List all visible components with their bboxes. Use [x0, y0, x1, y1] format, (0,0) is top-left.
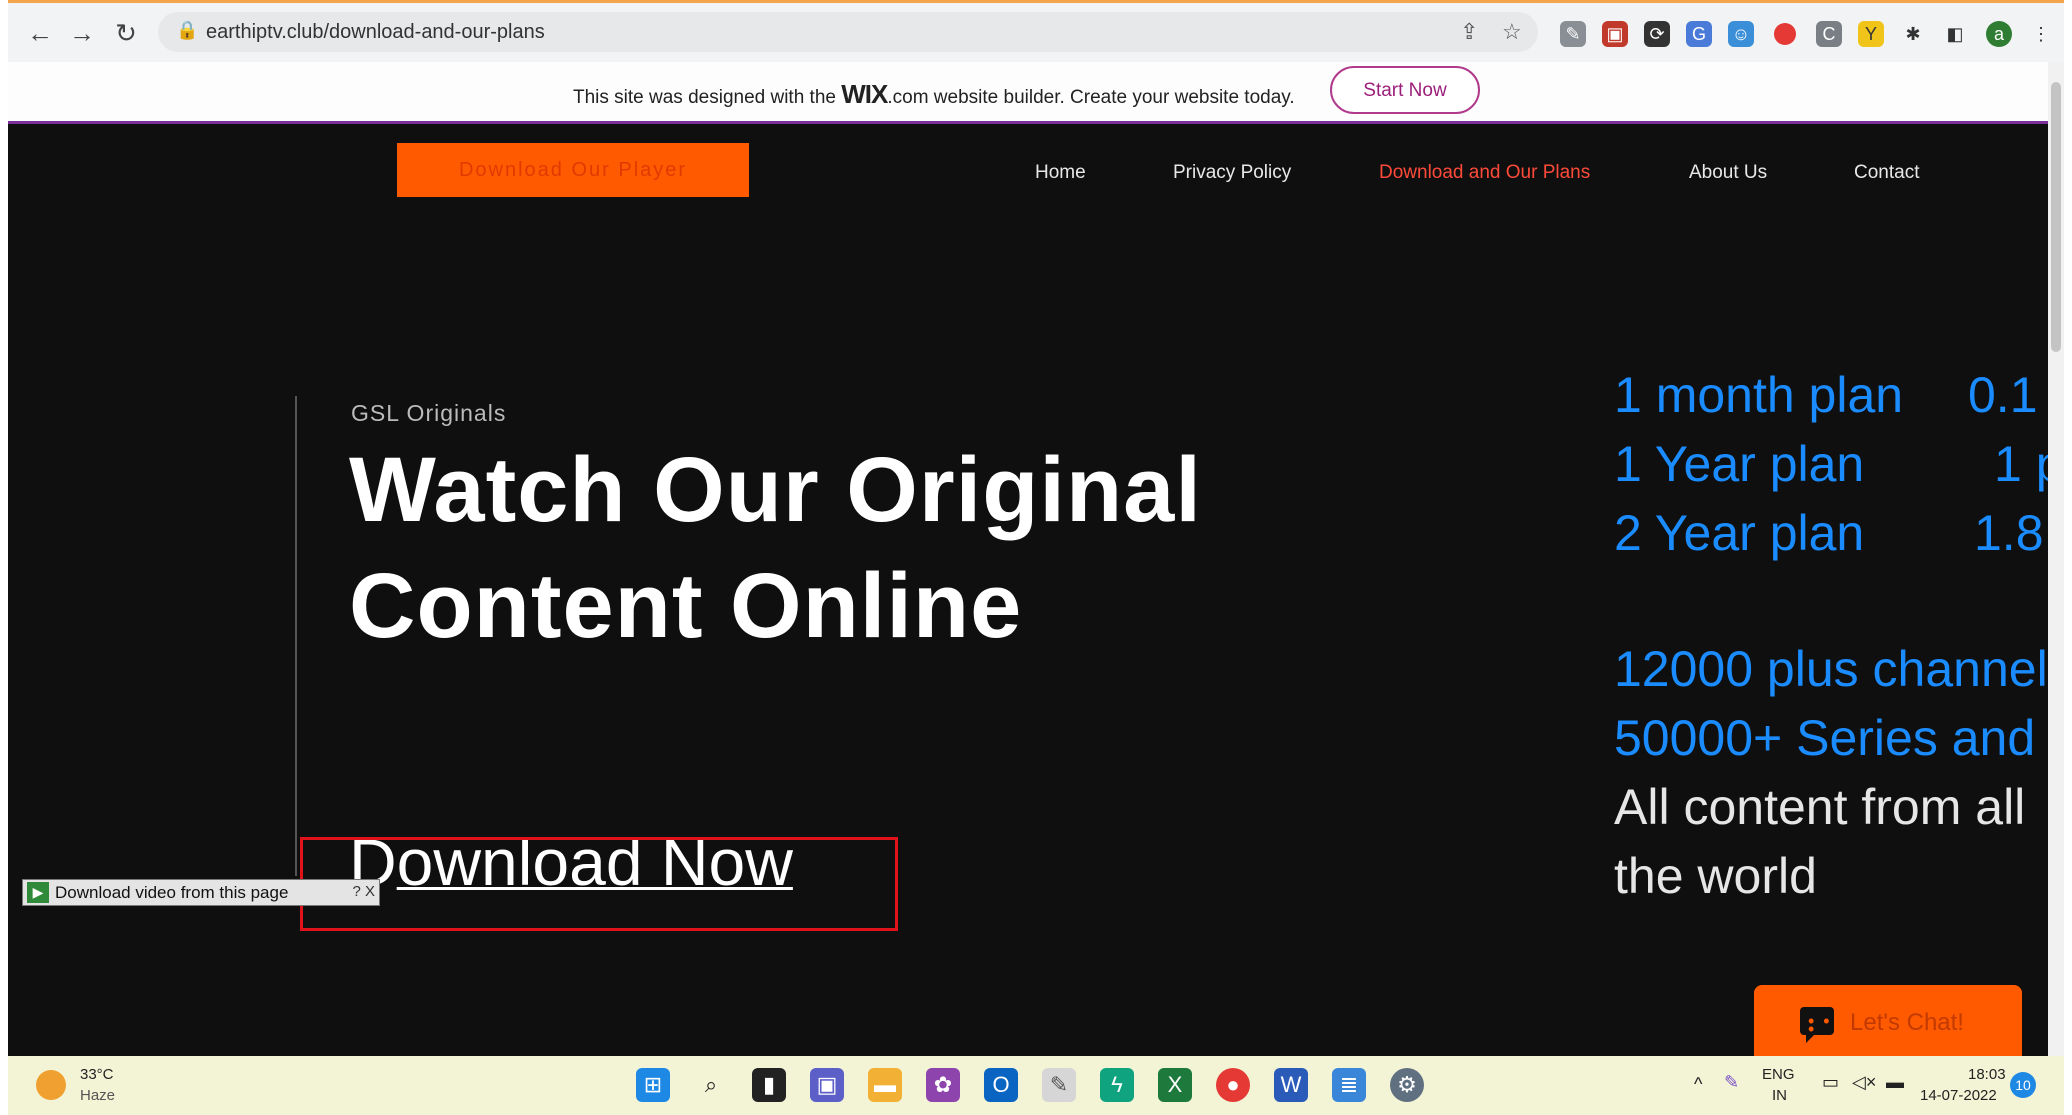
download-player-button[interactable]: Download Our Player: [397, 143, 749, 197]
nav-contact[interactable]: Contact: [1854, 162, 1919, 184]
network-icon[interactable]: ▭: [1822, 1072, 1839, 1093]
weather-desc[interactable]: Haze: [80, 1087, 115, 1104]
menu-kebab-icon[interactable]: ⋮: [2028, 21, 2054, 47]
address-bar[interactable]: 🔒 earthiptv.club/download-and-our-plans …: [158, 12, 1538, 52]
forward-icon[interactable]: →: [64, 15, 100, 51]
extension-translate-icon[interactable]: G: [1686, 21, 1712, 47]
start-now-button[interactable]: Start Now: [1330, 66, 1480, 114]
windows-start-icon[interactable]: ⊞: [636, 1068, 670, 1102]
profile-avatar[interactable]: a: [1986, 21, 2012, 47]
nav-privacy-policy[interactable]: Privacy Policy: [1173, 162, 1291, 184]
volume-muted-icon[interactable]: ◁×: [1852, 1072, 1876, 1093]
settings-gear-icon[interactable]: ⚙: [1390, 1068, 1424, 1102]
windows-taskbar: 33°C Haze ⊞ ⌕ ▮ ▣ ▬ ✿ O ✎ ϟ X ● W ≣ ⚙ ^ …: [8, 1056, 2064, 1115]
task-view-icon[interactable]: ▮: [752, 1068, 786, 1102]
clock-time[interactable]: 18:03: [1968, 1066, 2006, 1083]
bookmark-star-icon[interactable]: ☆: [1502, 19, 1522, 45]
extension-sync-icon[interactable]: ⟳: [1644, 21, 1670, 47]
plan-price: 0.1 p: [1968, 367, 2048, 423]
headline-line: Watch Our Original: [349, 439, 1202, 541]
scrollbar-thumb[interactable]: [2051, 82, 2061, 352]
pen-icon[interactable]: ✎: [1724, 1072, 1739, 1093]
url-text[interactable]: earthiptv.club/download-and-our-plans: [206, 21, 545, 44]
nav-about-us[interactable]: About Us: [1689, 162, 1767, 184]
clock-date[interactable]: 14-07-2022: [1920, 1087, 1997, 1104]
share-icon[interactable]: ⇪: [1460, 19, 1478, 45]
back-icon[interactable]: ←: [22, 15, 58, 51]
extension-icon[interactable]: ☺: [1728, 21, 1754, 47]
download-video-bar[interactable]: ▶ Download video from this page ? X: [22, 879, 380, 906]
weather-temp[interactable]: 33°C: [80, 1066, 114, 1083]
app-icon[interactable]: ✎: [1042, 1068, 1076, 1102]
app-icon[interactable]: ϟ: [1100, 1068, 1134, 1102]
nav-download-and-plans[interactable]: Download and Our Plans: [1379, 162, 1590, 184]
headline-line: Content Online: [349, 555, 1023, 657]
plan-name: 2 Year plan: [1614, 505, 1865, 561]
outlook-icon[interactable]: O: [984, 1068, 1018, 1102]
chat-label: Let's Chat!: [1850, 1009, 1964, 1036]
word-icon[interactable]: W: [1274, 1068, 1308, 1102]
download-video-controls[interactable]: ? X: [352, 883, 375, 900]
section-kicker: GSL Originals: [351, 400, 507, 426]
wix-logo: WIX: [841, 79, 888, 109]
download-video-label[interactable]: Download video from this page: [55, 883, 288, 903]
side-panel-icon[interactable]: ◧: [1942, 21, 1968, 47]
plan-name: 1 month plan: [1614, 367, 1904, 423]
file-explorer-icon[interactable]: ▬: [868, 1068, 902, 1102]
search-icon[interactable]: ⌕: [694, 1068, 728, 1102]
extensions-puzzle-icon[interactable]: ✱: [1900, 21, 1926, 47]
feature-text: 12000 plus channel: [1614, 641, 2048, 697]
nav-home[interactable]: Home: [1035, 162, 1086, 184]
region-code[interactable]: IN: [1772, 1087, 1787, 1104]
teams-chat-icon[interactable]: ▣: [810, 1068, 844, 1102]
chat-button[interactable]: • • • Let's Chat!: [1754, 985, 2022, 1056]
feature-text: the world: [1614, 848, 1817, 904]
extension-icon[interactable]: Y: [1858, 21, 1884, 47]
site-page: Download Our Player Home Privacy Policy …: [8, 124, 2048, 1056]
play-icon: ▶: [27, 882, 49, 903]
chevron-up-icon[interactable]: ^: [1694, 1074, 1702, 1095]
notepad-icon[interactable]: ≣: [1332, 1068, 1366, 1102]
extension-icon[interactable]: C: [1816, 21, 1842, 47]
app-icon[interactable]: ✿: [926, 1068, 960, 1102]
weather-icon[interactable]: [36, 1070, 66, 1100]
plan-price: 1.8 p: [1974, 505, 2048, 561]
wix-banner-message: This site was designed with the WIX.com …: [573, 79, 1295, 110]
extension-icon[interactable]: ▣: [1602, 21, 1628, 47]
excel-icon[interactable]: X: [1158, 1068, 1192, 1102]
chrome-icon[interactable]: ●: [1216, 1068, 1250, 1102]
feature-text: 50000+ Series and: [1614, 710, 2036, 766]
plan-price: 1 p: [1994, 436, 2048, 492]
lock-icon: 🔒: [176, 20, 199, 40]
reload-icon[interactable]: ↻: [108, 15, 144, 51]
highlight-box: [300, 837, 898, 931]
chat-bubble-icon: • • •: [1800, 1007, 1834, 1043]
browser-toolbar: ← → ↻ 🔒 earthiptv.club/download-and-our-…: [8, 0, 2064, 62]
wix-banner: This site was designed with the WIX.com …: [8, 62, 2048, 124]
battery-icon[interactable]: ▬: [1886, 1072, 1904, 1093]
decorative-divider: [295, 396, 297, 876]
banner-text: This site was designed with the: [573, 87, 842, 108]
extension-record-icon[interactable]: [1774, 23, 1796, 45]
page-scrollbar[interactable]: [2048, 62, 2064, 1056]
hero-headline: Watch Our Original Content Online: [349, 432, 1202, 664]
language-code[interactable]: ENG: [1762, 1066, 1795, 1083]
banner-text: .com website builder. Create your websit…: [887, 87, 1295, 108]
notification-badge[interactable]: 10: [2010, 1072, 2036, 1098]
feature-text: All content from all: [1614, 779, 2026, 835]
extension-icon[interactable]: ✎: [1560, 21, 1586, 47]
plan-name: 1 Year plan: [1614, 436, 1865, 492]
